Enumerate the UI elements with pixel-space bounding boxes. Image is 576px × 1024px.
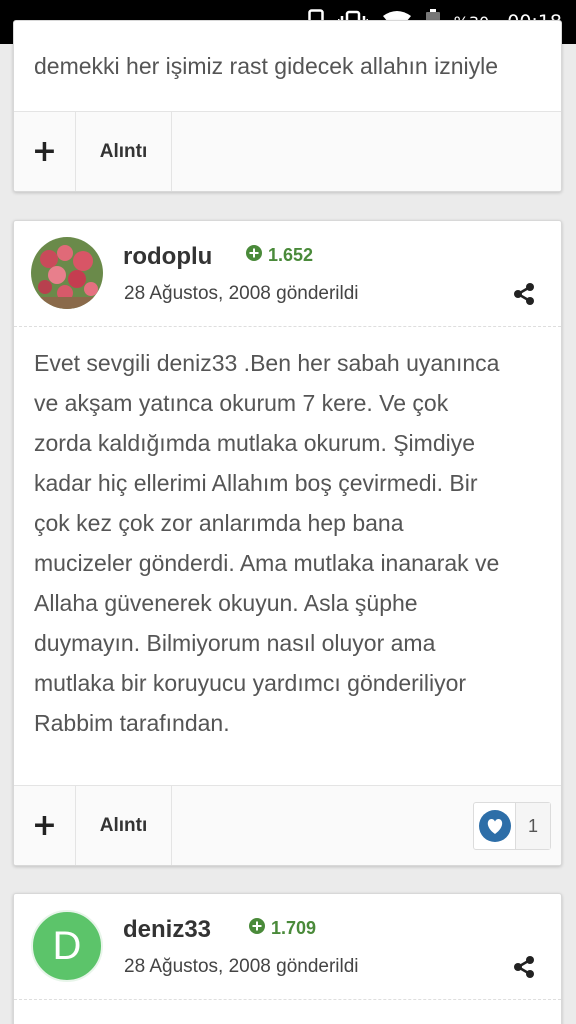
reaction-count: 1 — [516, 803, 550, 849]
heart-icon — [474, 803, 516, 849]
post-body-line: mucizeler gönderdi. Ama mutlaka inanarak… — [34, 550, 500, 576]
reaction-button[interactable]: 1 — [473, 802, 551, 850]
post-body-line: mutlaka bir koruyucu yardımcı gönderiliy… — [34, 670, 467, 696]
quote-button[interactable]: Alıntı — [76, 112, 172, 191]
post-date: 28 Ağustos, 2008 gönderildi — [124, 956, 359, 977]
reputation-value: 1.709 — [271, 918, 317, 938]
reputation-badge: 1.652 — [246, 245, 313, 266]
post-body-line: ve akşam yatınca okurum 7 kere. Ve çok — [34, 390, 449, 416]
username[interactable]: rodoplu — [123, 243, 212, 271]
post-header: D deniz33 1.709 28 Ağustos, 2008 gönderi… — [14, 894, 561, 1000]
post-body: demekki her işimiz rast gidecek allahın … — [34, 53, 499, 79]
plus-circle-icon — [246, 245, 262, 266]
post-card: rodoplu 1.652 28 Ağustos, 2008 gönderild… — [13, 220, 562, 866]
post-body-line: Rabbim tarafından. — [34, 710, 230, 736]
post-actions: + Alıntı — [14, 111, 561, 191]
share-icon[interactable] — [513, 956, 535, 983]
post-card: D deniz33 1.709 28 Ağustos, 2008 gönderi… — [13, 893, 562, 1024]
post-body-line: zorda kaldığımda mutlaka okurum. Şimdiye — [34, 430, 476, 456]
post-body-line: çok kez çok zor anlarımda hep bana — [34, 510, 404, 536]
post-actions: + Alıntı 1 — [14, 785, 561, 865]
post-header: rodoplu 1.652 28 Ağustos, 2008 gönderild… — [14, 221, 561, 327]
post-date: 28 Ağustos, 2008 gönderildi — [124, 283, 359, 304]
reputation-value: 1.652 — [268, 245, 314, 265]
plus-circle-icon — [249, 918, 265, 939]
avatar[interactable] — [31, 237, 103, 309]
share-icon[interactable] — [513, 283, 535, 310]
plus-button[interactable]: + — [14, 112, 76, 191]
reputation-badge: 1.709 — [249, 918, 316, 939]
plus-button[interactable]: + — [14, 786, 76, 865]
quote-button[interactable]: Alıntı — [76, 786, 172, 865]
username[interactable]: deniz33 — [123, 916, 211, 944]
post-card: demekki her işimiz rast gidecek allahın … — [13, 20, 562, 192]
post-body: Evet sevgili deniz33 .Ben her sabah uyan… — [14, 327, 561, 743]
post-body-line: duymayın. Bilmiyorum nasıl oluyor ama — [34, 630, 436, 656]
post-body-line: Evet sevgili deniz33 .Ben her sabah uyan… — [34, 350, 500, 376]
avatar[interactable]: D — [31, 910, 103, 982]
post-body-line: kadar hiç ellerimi Allahım boş çevirmedi… — [34, 470, 478, 496]
post-body-line: Allaha güvenerek okuyun. Asla şüphe — [34, 590, 418, 616]
